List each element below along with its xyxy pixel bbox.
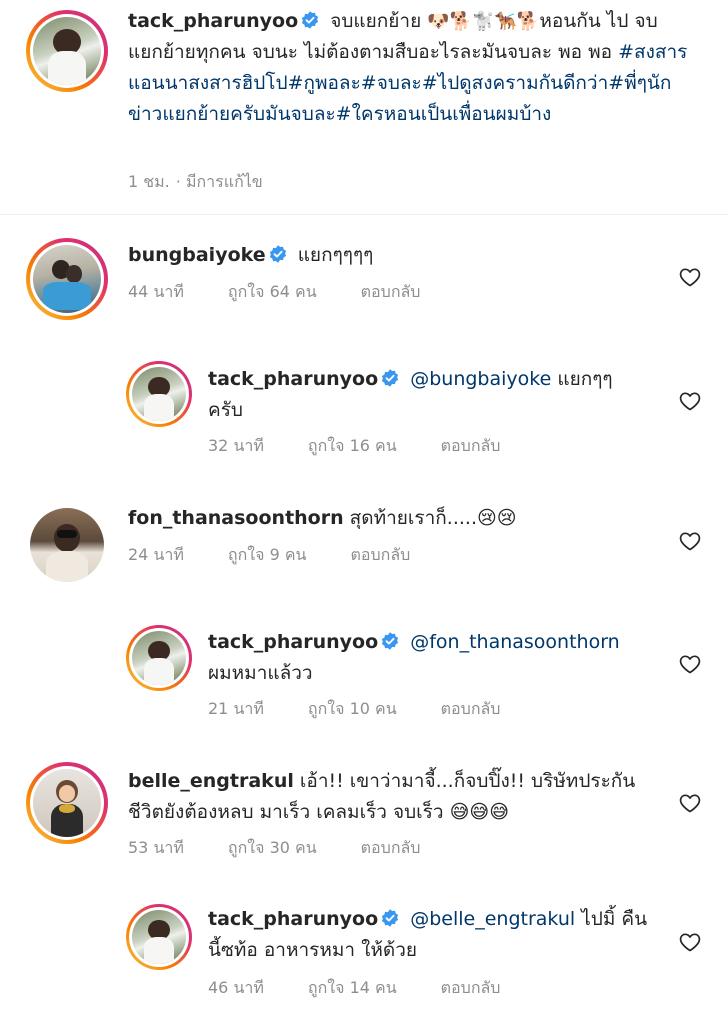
comment-text: tack_pharunyoo @bungbaiyoke แยกๆๆ ครับ <box>208 364 648 426</box>
comment-username[interactable]: fon_thanasoonthorn <box>128 507 344 529</box>
comment-username[interactable]: tack_pharunyoo <box>208 631 378 653</box>
caption-emojis: 🐶🐕🐩🐕‍🦺🐕 <box>427 11 540 32</box>
comment-meta: 53 นาที ถูกใจ 30 คน ตอบกลับ <box>128 836 448 861</box>
comment-avatar-belle[interactable] <box>26 762 108 844</box>
reply-button[interactable]: ตอบกลับ <box>361 836 421 861</box>
comment-likes[interactable]: ถูกใจ 14 คน <box>308 976 397 1001</box>
reply-button[interactable]: ตอบกลับ <box>361 280 421 305</box>
comment-avatar-bungbaiyoke[interactable] <box>26 238 108 320</box>
comment-likes[interactable]: ถูกใจ 10 คน <box>308 697 397 722</box>
heart-outline-icon[interactable] <box>678 652 702 676</box>
comment-likes[interactable]: ถูกใจ 16 คน <box>308 434 397 459</box>
comment-avatar-fon[interactable] <box>30 508 104 582</box>
comment-body: สุดท้ายเราก็.....😢😢 <box>349 507 517 529</box>
comment-avatar-tack[interactable] <box>126 361 192 427</box>
verified-badge-icon <box>268 244 288 264</box>
caption-time: 1 ชม. <box>128 172 170 191</box>
comment-time: 53 นาที <box>128 838 184 857</box>
comment-meta: 44 นาที ถูกใจ 64 คน ตอบกลับ <box>128 280 448 305</box>
comment-avatar-tack[interactable] <box>126 904 192 970</box>
comment-time: 44 นาที <box>128 282 184 301</box>
comment-username[interactable]: tack_pharunyoo <box>208 908 378 930</box>
reply-button[interactable]: ตอบกลับ <box>441 697 501 722</box>
comment-likes[interactable]: ถูกใจ 9 คน <box>228 543 307 568</box>
caption-body: จบแยกย้าย <box>330 10 422 32</box>
reply-button[interactable]: ตอบกลับ <box>441 976 501 1001</box>
comment-time: 24 นาที <box>128 545 184 564</box>
comment-meta: 46 นาที ถูกใจ 14 คน ตอบกลับ <box>208 976 528 1001</box>
comment-username[interactable]: bungbaiyoke <box>128 244 266 266</box>
comment-body: แยกๆๆๆๆ <box>297 244 374 266</box>
comment-username[interactable]: tack_pharunyoo <box>208 368 378 390</box>
comment-avatar-tack[interactable] <box>126 625 192 691</box>
heart-outline-icon[interactable] <box>678 389 702 413</box>
comment-text: belle_engtrakul เอ้า!! เขาว่ามาจี้...ก็จ… <box>128 766 648 828</box>
comment-text: bungbaiyoke แยกๆๆๆๆ <box>128 240 648 271</box>
comment-text: tack_pharunyoo @belle_engtrakul ไปมิ้ คื… <box>208 904 648 966</box>
comment-mention[interactable]: @belle_engtrakul <box>410 908 575 930</box>
reply-button[interactable]: ตอบกลับ <box>350 543 410 568</box>
heart-outline-icon[interactable] <box>678 529 702 553</box>
verified-badge-icon <box>380 908 400 928</box>
comment-text: fon_thanasoonthorn สุดท้ายเราก็.....😢😢 <box>128 503 648 534</box>
caption-edited: · มีการแก้ไข <box>175 172 263 191</box>
heart-outline-icon[interactable] <box>678 265 702 289</box>
comment-meta: 32 นาที ถูกใจ 16 คน ตอบกลับ <box>208 434 528 459</box>
comment-meta: 24 นาที ถูกใจ 9 คน ตอบกลับ <box>128 543 438 568</box>
comment-time: 21 นาที <box>208 699 264 718</box>
verified-badge-icon <box>300 10 320 30</box>
comment-likes[interactable]: ถูกใจ 64 คน <box>228 280 317 305</box>
caption-text: tack_pharunyoo จบแยกย้าย 🐶🐕🐩🐕‍🦺🐕หอนกัน ไ… <box>128 6 688 130</box>
heart-outline-icon[interactable] <box>678 791 702 815</box>
comment-meta: 21 นาที ถูกใจ 10 คน ตอบกลับ <box>208 697 528 722</box>
comment-time: 32 นาที <box>208 436 264 455</box>
caption-meta: 1 ชม. · มีการแก้ไข <box>128 170 291 195</box>
comment-text: tack_pharunyoo @fon_thanasoonthorn ผมหมา… <box>208 627 668 689</box>
comment-username[interactable]: belle_engtrakul <box>128 770 294 792</box>
divider <box>0 214 728 215</box>
verified-badge-icon <box>380 631 400 651</box>
caption-username[interactable]: tack_pharunyoo <box>128 10 298 32</box>
comment-likes[interactable]: ถูกใจ 30 คน <box>228 836 317 861</box>
verified-badge-icon <box>380 368 400 388</box>
comment-mention[interactable]: @bungbaiyoke <box>410 368 551 390</box>
heart-outline-icon[interactable] <box>678 930 702 954</box>
caption-avatar[interactable] <box>26 10 108 92</box>
reply-button[interactable]: ตอบกลับ <box>441 434 501 459</box>
comment-body: ผมหมาแล้วว <box>208 662 313 684</box>
comment-mention[interactable]: @fon_thanasoonthorn <box>410 631 620 653</box>
comment-time: 46 นาที <box>208 978 264 997</box>
